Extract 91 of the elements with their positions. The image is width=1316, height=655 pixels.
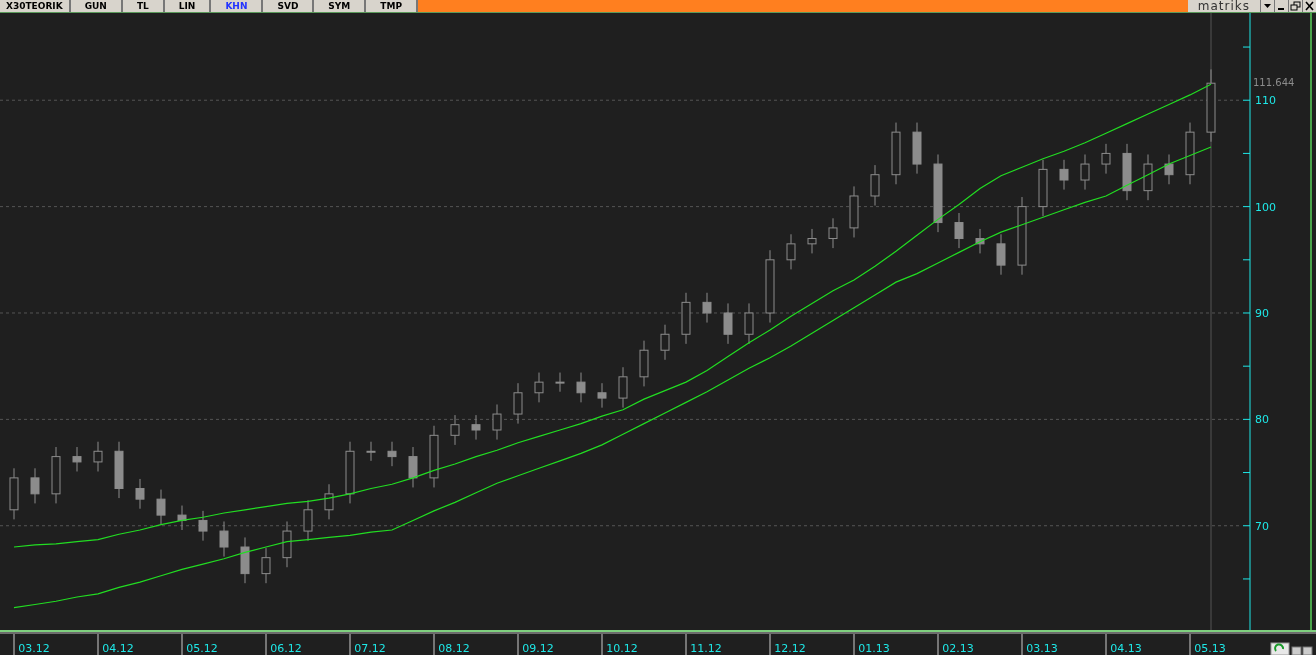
candlestick: [219, 521, 229, 558]
candlestick: [303, 499, 313, 542]
dropdown-icon[interactable]: [1260, 0, 1274, 12]
x-axis-label: 07.12: [354, 642, 386, 655]
candlestick: [1122, 143, 1132, 201]
x-axis-label: 05.13: [1194, 642, 1226, 655]
candlestick: [807, 228, 817, 254]
y-axis-label: 110: [1255, 94, 1276, 108]
close-icon[interactable]: [1302, 0, 1316, 12]
scroll-button[interactable]: [1302, 646, 1313, 655]
candlestick: [324, 483, 334, 520]
toolbar-tab[interactable]: LIN: [164, 0, 212, 12]
x-axis-label: 06.12: [270, 642, 302, 655]
candlestick: [513, 382, 523, 425]
x-axis-label: 04.13: [1110, 642, 1142, 655]
minimize-icon[interactable]: [1274, 0, 1288, 12]
x-axis-label: 11.12: [690, 642, 722, 655]
x-axis-label: 12.12: [774, 642, 806, 655]
y-axis-label: 100: [1255, 200, 1276, 214]
y-axis-label: 90: [1255, 307, 1269, 320]
x-axis-label: 08.12: [438, 642, 470, 655]
candlestick: [1101, 143, 1111, 175]
candlestick: [72, 446, 82, 472]
candlestick: [345, 441, 355, 504]
scroll-button[interactable]: [1291, 646, 1302, 655]
candlestick: [1080, 154, 1090, 191]
candlestick: [30, 467, 40, 504]
candlestick: [996, 233, 1006, 276]
candlestick: [954, 212, 964, 249]
toolbar-tab[interactable]: TL: [122, 0, 165, 12]
candlestick: [555, 372, 565, 393]
candlestick: [534, 372, 544, 403]
candlestick: [261, 547, 271, 584]
toolbar-tab[interactable]: KHN: [211, 0, 264, 12]
restore-icon[interactable]: [1288, 0, 1302, 12]
candlestick: [576, 372, 586, 403]
candlestick: [177, 505, 187, 531]
candlestick: [1038, 159, 1048, 217]
candlestick: [912, 122, 922, 175]
candlestick: [387, 441, 397, 467]
toolbar-tab[interactable]: TMP: [366, 0, 419, 12]
x-axis-label: 03.13: [1026, 642, 1058, 655]
candlestick: [9, 467, 19, 520]
x-axis-label: 10.12: [606, 642, 638, 655]
candlestick: [618, 366, 628, 409]
candlestick: [492, 404, 502, 441]
candlestick: [135, 478, 145, 510]
candlestick: [681, 292, 691, 345]
toolbar-tab[interactable]: GUN: [70, 0, 123, 12]
candlestick: [828, 217, 838, 249]
candlestick: [849, 185, 859, 238]
candlestick: [408, 446, 418, 488]
candlestick: [198, 510, 208, 542]
candlestick: [1059, 159, 1069, 191]
candlestick: [975, 228, 985, 254]
candlestick: [597, 382, 607, 409]
x-axis-label: 04.12: [102, 642, 134, 655]
x-axis-label: 03.12: [18, 642, 50, 655]
toolbar-tab[interactable]: X30TEORIK: [0, 0, 71, 12]
last-value-label: 111.644: [1253, 77, 1295, 89]
candlestick: [429, 425, 439, 488]
refresh-icon[interactable]: [1270, 642, 1290, 655]
x-axis-label: 09.12: [522, 642, 554, 655]
candlestick: [282, 521, 292, 568]
candlestick: [870, 164, 880, 207]
y-axis-label: 80: [1255, 413, 1269, 427]
candlestick: [1164, 154, 1174, 185]
candlestick: [366, 441, 376, 462]
candlestick: [240, 536, 250, 584]
candlestick: [639, 340, 649, 387]
candlestick: [660, 324, 670, 361]
candlestick: [1185, 122, 1195, 185]
toolbar-tab[interactable]: SVD: [263, 0, 315, 12]
candlestick: [51, 446, 61, 504]
toolbar-tab[interactable]: SYM: [314, 0, 367, 12]
candlestick: [1143, 154, 1153, 201]
y-axis-label: 70: [1255, 519, 1269, 533]
x-axis-label: 02.13: [942, 642, 974, 655]
candlestick: [93, 441, 103, 472]
candlestick: [471, 414, 481, 441]
x-axis-label: 05.12: [186, 642, 218, 655]
candlestick: [156, 489, 166, 526]
candlestick: [450, 414, 460, 446]
candlestick: [786, 233, 796, 270]
candlestick: [891, 122, 901, 185]
candlestick: [114, 441, 124, 499]
candlestick: [723, 302, 733, 345]
logo: matriks: [1187, 0, 1260, 12]
candlestick: [702, 292, 712, 324]
candlestick: [744, 302, 754, 345]
x-axis-label: 01.13: [858, 642, 890, 655]
